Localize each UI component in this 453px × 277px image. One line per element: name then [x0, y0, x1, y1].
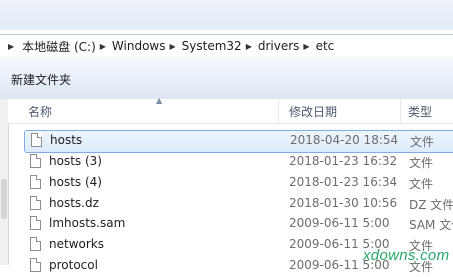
arrow-right-icon[interactable]: ▶	[303, 42, 309, 51]
file-icon	[30, 237, 41, 251]
breadcrumb-local-disk[interactable]: 本地磁盘 (C:) ▶	[22, 38, 112, 55]
file-date: 2018-01-23 16:32	[289, 154, 398, 168]
file-row[interactable]: hosts.dz 2018-01-30 10:56 DZ 文件	[24, 194, 453, 215]
file-icon	[30, 216, 41, 230]
breadcrumb-label: drivers	[257, 39, 300, 53]
file-type: 文件	[410, 135, 435, 149]
file-row[interactable]: hosts (3) 2018-01-23 16:32 文件	[24, 152, 453, 173]
file-type: 文件	[409, 156, 434, 170]
file-name: hosts (4)	[49, 175, 102, 189]
breadcrumb-label: etc	[315, 39, 335, 53]
arrow-right-icon[interactable]: ▶	[100, 42, 106, 51]
watermark: xdowns.com	[363, 247, 450, 264]
file-name: protocol	[49, 258, 98, 272]
column-divider[interactable]	[278, 99, 279, 123]
scrollbar-thumb[interactable]	[1, 179, 7, 219]
command-toolbar: 新建文件夹	[0, 57, 453, 100]
file-type: DZ 文件	[409, 198, 453, 212]
breadcrumb-windows[interactable]: Windows ▶	[112, 39, 182, 53]
column-header-name[interactable]: 名称	[28, 103, 52, 120]
file-icon	[30, 175, 41, 189]
arrow-right-icon[interactable]: ▶	[246, 42, 252, 51]
file-type: 文件	[409, 177, 434, 191]
file-row-hosts[interactable]: hosts 2018-04-20 18:54 文件	[24, 130, 453, 153]
file-icon	[30, 196, 41, 210]
arrow-right-icon[interactable]: ▶	[8, 42, 14, 51]
arrow-right-icon[interactable]: ▶	[170, 42, 176, 51]
file-date: 2018-01-23 16:34	[289, 175, 398, 189]
address-bar[interactable]: ▶ 本地磁盘 (C:) ▶ Windows ▶ System32 ▶ drive…	[0, 34, 453, 58]
file-row[interactable]: lmhosts.sam 2009-06-11 5:00 SAM 文件	[24, 214, 453, 235]
column-divider[interactable]	[400, 99, 401, 123]
file-date: 2018-04-20 18:54	[290, 133, 399, 147]
file-row[interactable]: hosts (4) 2018-01-23 16:34 文件	[24, 173, 453, 194]
window-top-band	[0, 0, 453, 30]
breadcrumb-etc[interactable]: etc	[316, 39, 335, 53]
file-name: lmhosts.sam	[49, 216, 126, 230]
column-header-date[interactable]: 修改日期	[289, 103, 337, 120]
file-name: hosts (3)	[49, 154, 102, 168]
breadcrumb-drivers[interactable]: drivers ▶	[258, 39, 316, 53]
breadcrumb-label: System32	[181, 39, 242, 53]
column-header-row: ▲ 名称 修改日期 类型	[8, 96, 453, 124]
new-folder-button[interactable]: 新建文件夹	[11, 71, 71, 88]
file-name: hosts.dz	[49, 196, 99, 210]
breadcrumb-label: 本地磁盘 (C:)	[22, 39, 96, 54]
file-date: 2018-01-30 10:56	[289, 196, 398, 210]
column-header-type[interactable]: 类型	[408, 103, 432, 120]
file-icon	[31, 133, 42, 147]
breadcrumb-label: Windows	[111, 39, 166, 53]
breadcrumb-system32[interactable]: System32 ▶	[182, 39, 258, 53]
file-icon	[30, 154, 41, 168]
file-name: hosts	[50, 133, 83, 147]
file-icon	[30, 258, 41, 272]
sort-ascending-icon: ▲	[156, 96, 163, 105]
file-type: SAM 文件	[409, 218, 453, 232]
file-date: 2009-06-11 5:00	[289, 216, 390, 230]
file-name: networks	[49, 237, 104, 251]
